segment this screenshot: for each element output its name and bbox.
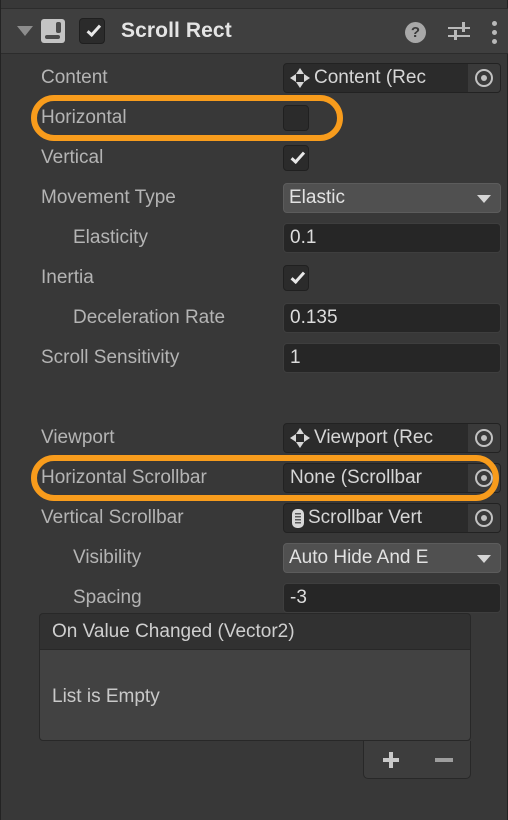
chevron-down-icon — [477, 555, 491, 563]
object-picker-button[interactable] — [468, 504, 500, 532]
on-value-changed-panel: On Value Changed (Vector2) List is Empty — [39, 613, 471, 779]
dropdown-value: Auto Hide And E — [289, 547, 429, 568]
check-icon — [290, 268, 305, 285]
object-field-value: Viewport (Rec — [314, 427, 433, 448]
object-reference-field[interactable]: Viewport (Rec — [283, 423, 501, 453]
preset-settings-icon[interactable] — [448, 22, 470, 42]
header-actions: ? — [405, 9, 497, 55]
property-label: Scroll Sensitivity — [41, 347, 180, 368]
property-label: Deceleration Rate — [73, 307, 226, 328]
property-row: Spacing -3 — [1, 578, 508, 618]
property-row: Elasticity 0.1 — [1, 218, 508, 258]
property-field: None (Scrollbar — [283, 463, 501, 493]
property-field: -3 — [283, 583, 501, 613]
property-row: Horizontal — [1, 98, 508, 138]
property-label: Horizontal — [41, 107, 127, 128]
property-field: Elastic — [283, 183, 501, 213]
text-input-value: 1 — [290, 347, 301, 368]
page-title: Scroll Rect — [121, 19, 232, 42]
object-reference-field[interactable]: Scrollbar Vert — [283, 503, 501, 533]
property-label: Inertia — [41, 267, 94, 288]
property-field: 0.1 — [283, 223, 501, 253]
property-field: 1 — [283, 343, 501, 373]
scroll-rect-icon — [41, 19, 65, 43]
property-text-input[interactable]: 1 — [283, 343, 501, 373]
property-row: Viewport Viewport (Rec — [1, 418, 508, 458]
help-icon[interactable]: ? — [405, 21, 426, 43]
object-reference-field[interactable]: None (Scrollbar — [283, 463, 501, 493]
target-icon — [475, 69, 493, 87]
property-row: Content Content (Rec — [1, 58, 508, 98]
event-header[interactable]: On Value Changed (Vector2) — [39, 613, 471, 649]
event-list-footer — [363, 741, 471, 779]
target-icon — [475, 429, 493, 447]
foldout-arrow-icon[interactable] — [11, 26, 39, 36]
object-picker-button[interactable] — [468, 464, 500, 492]
chevron-down-icon — [477, 195, 491, 203]
property-field: Auto Hide And E — [283, 543, 501, 573]
property-text-input[interactable]: 0.135 — [283, 303, 501, 333]
property-text-input[interactable]: -3 — [283, 583, 501, 613]
property-row: Scroll Sensitivity 1 — [1, 338, 508, 378]
target-icon — [475, 469, 493, 487]
event-title: On Value Changed (Vector2) — [52, 620, 295, 642]
property-checkbox[interactable] — [283, 105, 309, 131]
text-input-value: 0.1 — [290, 227, 317, 248]
property-dropdown[interactable]: Elastic — [283, 183, 501, 213]
inspector-panel: Scroll Rect ? Content Content (Rec Horizon… — [0, 0, 508, 820]
property-label: Visibility — [73, 547, 142, 568]
object-field-value: Content (Rec — [314, 67, 426, 88]
property-field: Viewport (Rec — [283, 423, 501, 453]
object-field-value: None (Scrollbar — [290, 467, 422, 488]
property-row: Deceleration Rate 0.135 — [1, 298, 508, 338]
rect-transform-icon — [290, 68, 310, 88]
property-checkbox[interactable] — [283, 145, 309, 171]
property-checkbox[interactable] — [283, 265, 309, 291]
property-field: 0.135 — [283, 303, 501, 333]
add-listener-button[interactable] — [381, 750, 401, 770]
object-field-value: Scrollbar Vert — [308, 507, 423, 528]
dropdown-value: Elastic — [289, 187, 345, 208]
object-picker-button[interactable] — [468, 64, 500, 92]
property-text-input[interactable]: 0.1 — [283, 223, 501, 253]
property-row: Vertical — [1, 138, 508, 178]
remove-listener-button[interactable] — [435, 757, 453, 762]
component-enabled-checkbox[interactable] — [79, 18, 105, 44]
property-dropdown[interactable]: Auto Hide And E — [283, 543, 501, 573]
chevron-down-icon — [17, 26, 33, 36]
property-field: Scrollbar Vert — [283, 503, 501, 533]
text-input-value: 0.135 — [290, 307, 338, 328]
event-list-body[interactable]: List is Empty — [39, 649, 471, 741]
kebab-menu-icon[interactable] — [492, 20, 497, 44]
property-label: Vertical — [41, 147, 104, 168]
check-icon — [86, 21, 101, 38]
property-row: Vertical Scrollbar Scrollbar Vert — [1, 498, 508, 538]
property-label: Horizontal Scrollbar — [41, 467, 207, 488]
property-label: Content — [41, 67, 108, 88]
property-row: Visibility Auto Hide And E — [1, 538, 508, 578]
list-empty-text: List is Empty — [52, 686, 160, 707]
target-icon — [475, 509, 493, 527]
property-field: Content (Rec — [283, 63, 501, 93]
property-label: Movement Type — [41, 187, 176, 208]
rect-transform-icon — [290, 428, 310, 448]
property-label: Spacing — [73, 587, 142, 608]
property-row: Movement Type Elastic — [1, 178, 508, 218]
property-row: Horizontal Scrollbar None (Scrollbar — [1, 458, 508, 498]
scrollbar-icon — [292, 508, 304, 528]
text-input-value: -3 — [290, 587, 307, 608]
check-icon — [290, 148, 305, 165]
row-spacer — [1, 378, 508, 418]
property-list: Content Content (Rec Horizontal Vertical Mov… — [1, 58, 508, 618]
object-reference-field[interactable]: Content (Rec — [283, 63, 501, 93]
property-label: Viewport — [41, 427, 115, 448]
property-row: Inertia — [1, 258, 508, 298]
object-picker-button[interactable] — [468, 424, 500, 452]
property-label: Vertical Scrollbar — [41, 507, 184, 528]
component-header[interactable]: Scroll Rect ? — [1, 8, 508, 54]
property-label: Elasticity — [73, 227, 148, 248]
